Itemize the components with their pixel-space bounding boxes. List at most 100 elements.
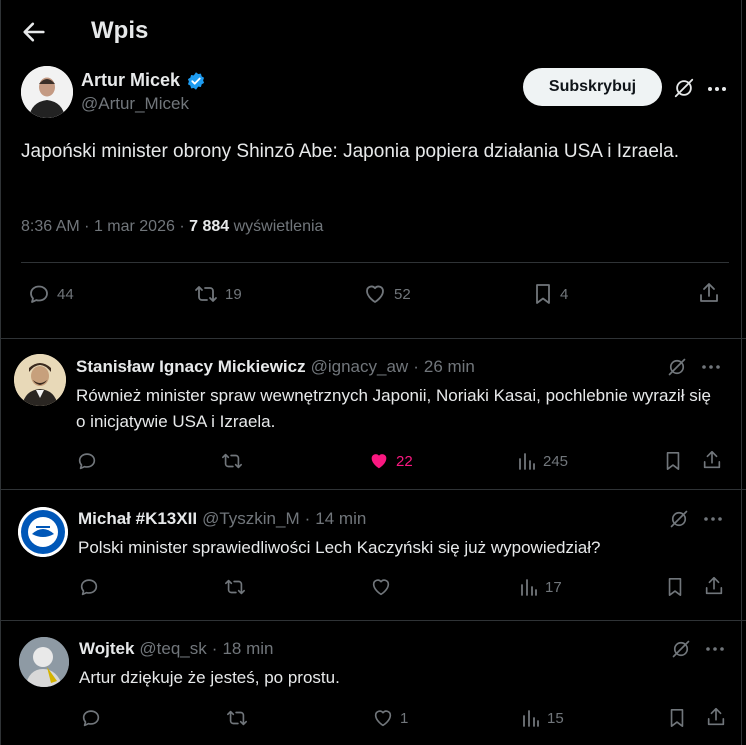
post-meta: 8:36 AM · 1 mar 2026 · 7 884 wyświetleni… (21, 218, 323, 236)
views-button[interactable]: 245 (517, 450, 568, 472)
views-label: wyświetlenia (233, 218, 324, 235)
meta-separator: · (211, 639, 218, 658)
share-icon (703, 450, 721, 469)
reply-header: Wojtek @teq_sk · 18 min (79, 639, 273, 659)
reply-handle[interactable]: @ignacy_aw (311, 357, 409, 377)
grok-button[interactable] (667, 357, 687, 377)
avatar-wojtek[interactable] (19, 637, 69, 687)
reply-icon (80, 579, 98, 596)
author-handle[interactable]: @Artur_Micek (81, 94, 189, 114)
avatar-portrait-image (14, 354, 66, 406)
reply-handle[interactable]: @teq_sk (139, 639, 206, 659)
avatar-portrait-image (21, 66, 73, 118)
share-button[interactable] (703, 575, 725, 597)
bookmark-button[interactable] (667, 707, 687, 729)
reply-handle[interactable]: @Tyszkin_M (202, 509, 300, 529)
heart-filled-icon (371, 454, 387, 469)
reply-time[interactable]: 14 min (315, 509, 366, 529)
more-dots-icon (704, 517, 722, 521)
club-crest-icon (18, 507, 68, 557)
reply-item-2[interactable]: Michał #K13XII @Tyszkin_M · 14 min Polsk… (0, 490, 746, 620)
back-button[interactable] (20, 18, 50, 48)
grok-icon (672, 640, 690, 658)
like-count: 22 (396, 452, 413, 470)
like-button[interactable] (370, 576, 392, 598)
views-count: 15 (547, 709, 564, 727)
grok-button[interactable] (671, 639, 691, 659)
share-button[interactable] (701, 449, 723, 471)
grok-icon (668, 358, 686, 376)
reply-text: Również minister spraw wewnętrznych Japo… (76, 386, 711, 431)
more-options-button[interactable] (701, 359, 721, 375)
repost-icon (195, 286, 217, 302)
meta-separator: · (179, 218, 185, 235)
bookmark-icon (536, 284, 550, 304)
bookmark-count: 4 (560, 285, 569, 303)
bookmark-button[interactable] (663, 450, 683, 472)
repost-icon (222, 453, 242, 469)
reply-icon (78, 453, 96, 470)
grok-icon (674, 78, 694, 98)
bookmark-button[interactable] (665, 576, 685, 598)
reply-icon (30, 285, 48, 303)
reply-button[interactable] (78, 576, 100, 598)
avatar-stanislaw[interactable] (14, 354, 66, 406)
bookmark-icon (668, 578, 682, 597)
share-button[interactable] (697, 281, 721, 305)
reply-item-1[interactable]: Stanisław Ignacy Mickiewicz @ignacy_aw ·… (0, 339, 746, 489)
bookmark-icon (670, 709, 684, 728)
avatar-artur-micek[interactable] (21, 66, 73, 118)
heart-icon (372, 579, 390, 596)
repost-button[interactable] (220, 450, 244, 472)
grok-button[interactable] (673, 77, 695, 99)
post-time[interactable]: 8:36 AM (21, 218, 80, 235)
views-count: 17 (545, 578, 562, 596)
heart-icon (374, 710, 392, 727)
repost-button[interactable] (223, 576, 247, 598)
verified-badge-icon (187, 71, 205, 90)
grok-icon (670, 510, 688, 528)
reply-author-name[interactable]: Michał #K13XII (78, 509, 197, 529)
page-title: Wpis (91, 17, 149, 44)
repost-button[interactable]: 19 (193, 282, 242, 306)
like-button[interactable]: 52 (362, 282, 411, 306)
repost-button[interactable] (225, 707, 249, 729)
reply-button[interactable] (80, 707, 102, 729)
share-icon (700, 283, 718, 302)
share-button[interactable] (705, 706, 727, 728)
reply-header: Stanisław Ignacy Mickiewicz @ignacy_aw ·… (76, 357, 475, 377)
reply-author-name[interactable]: Wojtek (79, 639, 134, 659)
more-options-button[interactable] (705, 641, 725, 657)
reply-author-name[interactable]: Stanisław Ignacy Mickiewicz (76, 357, 306, 377)
views-button[interactable]: 15 (521, 707, 564, 729)
subscribe-button[interactable]: Subskrybuj (523, 68, 662, 106)
grok-button[interactable] (669, 509, 689, 529)
heart-icon (366, 285, 384, 303)
reply-header: Michał #K13XII @Tyszkin_M · 14 min (78, 509, 366, 529)
views-chart-icon (521, 579, 537, 596)
post-date[interactable]: 1 mar 2026 (94, 218, 175, 235)
more-options-button[interactable] (706, 79, 728, 99)
views-chart-icon (523, 710, 539, 727)
bookmark-button[interactable]: 4 (532, 282, 568, 306)
share-icon (707, 707, 725, 726)
author-name[interactable]: Artur Micek (81, 70, 180, 91)
avatar-michal[interactable] (18, 507, 68, 557)
reply-time[interactable]: 18 min (222, 639, 273, 659)
views-count: 245 (543, 452, 569, 470)
like-button[interactable]: 1 (372, 707, 408, 729)
reply-item-3[interactable]: Wojtek @teq_sk · 18 min Artur dziękuje ż… (0, 621, 746, 745)
reply-time[interactable]: 26 min (424, 357, 475, 377)
more-options-button[interactable] (703, 511, 723, 527)
repost-count: 19 (225, 285, 242, 303)
more-dots-icon (706, 647, 724, 651)
divider (21, 262, 729, 263)
post-text: Japoński minister obrony Shinzō Abe: Jap… (21, 141, 679, 162)
reply-button[interactable]: 44 (27, 282, 74, 306)
views-chart-icon (519, 453, 535, 470)
like-button[interactable]: 22 (368, 450, 413, 472)
meta-separator: · (304, 509, 311, 528)
views-button[interactable]: 17 (519, 576, 562, 598)
like-count: 52 (394, 285, 411, 303)
reply-button[interactable] (76, 450, 98, 472)
